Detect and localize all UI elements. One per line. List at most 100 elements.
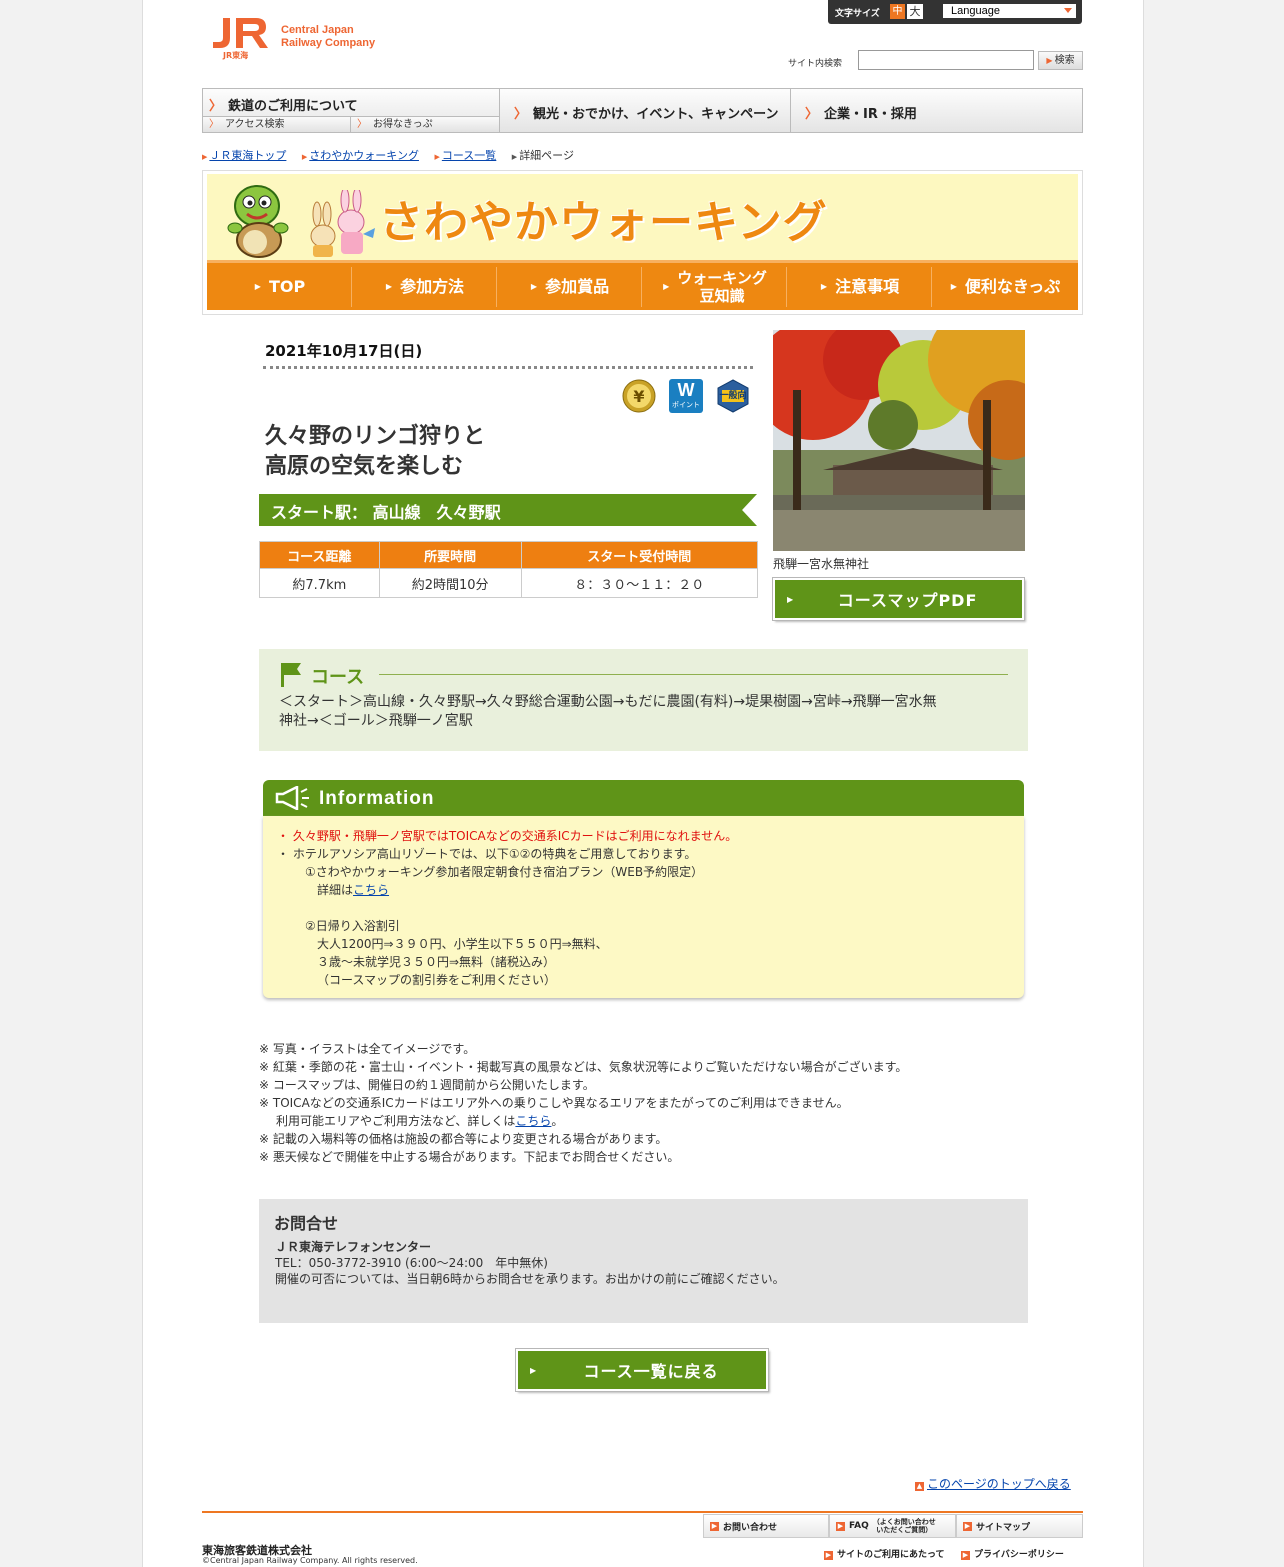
course-heading: コース [311, 667, 365, 688]
banner-nav-label: 便利なきっぷ [964, 277, 1061, 296]
triangle-icon: ▶ [254, 282, 261, 291]
search-button[interactable]: ▶ 検索 [1038, 51, 1083, 70]
back-to-course-list-button[interactable]: ▶ コース一覧に戻る [515, 1348, 769, 1392]
contact-tel: TEL：050-3772-3910 (6:00～24:00 年中無休) [275, 1256, 548, 1270]
back-button-label: コース一覧に戻る [583, 1362, 719, 1381]
pdf-button-label: コースマップPDF [837, 591, 978, 610]
copyright: ©Central Japan Railway Company. All righ… [202, 1556, 418, 1565]
breadcrumb-item[interactable]: ＪＲ東海トップ [209, 149, 286, 162]
course-divider [379, 674, 1008, 675]
banner-nav-label: 参加賞品 [545, 277, 610, 296]
nav-railway-label: 鉄道のご利用について [228, 99, 358, 114]
logo-sub: JR東海 [223, 51, 249, 60]
footer-privacy-link[interactable]: ▶ プライバシーポリシー [961, 1547, 1064, 1560]
table-header: スタート受付時間 [520, 541, 759, 569]
search-input[interactable] [858, 50, 1034, 70]
banner-nav-tickets[interactable]: ▶ 便利なきっぷ [934, 267, 1077, 307]
utility-bar: 文字サイズ 中 大 Language [828, 0, 1082, 24]
footer-sitemap-label: サイトマップ [976, 1522, 1031, 1533]
course-box: コース ＜スタート＞高山線・久々野駅→久々野総合運動公園→もだに農園(有料)→堤… [259, 649, 1028, 751]
nav-tourism-label: 観光・おでかけ、イベント、キャンペーン [533, 107, 779, 122]
nav-tourism[interactable]: 〉観光・おでかけ、イベント、キャンペーン [500, 89, 791, 132]
note-item: ※ 紅葉・季節の花・富士山・イベント・掲載写真の風景などは、気象状況等によりご覧… [259, 1060, 908, 1074]
contact-box: お問合せ ＪＲ東海テレフォンセンター TEL：050-3772-3910 (6:… [259, 1199, 1028, 1323]
table-row: 約7.7km 約2時間10分 ８：３０～１１：２０ [259, 568, 759, 598]
breadcrumb-item[interactable]: さわやかウォーキング [309, 149, 419, 162]
info-ic-card-warning: ・ 久々野駅・飛騨一ノ宮駅ではTOICAなどの交通系ICカードはご利用になれませ… [277, 829, 738, 843]
chevron-right-icon: 〉 [805, 107, 819, 122]
info-coupon-note: （コースマップの割引券をご利用ください） [317, 973, 557, 987]
start-station-name: 高山線 久々野駅 [372, 503, 501, 522]
footer-faq[interactable]: ▶ FAQ （よくお問い合わせ いただくご質問） [829, 1514, 956, 1538]
banner-nav-label: 注意事項 [835, 277, 900, 296]
course-spec-table: コース距離 所要時間 スタート受付時間 約7.7km 約2時間10分 ８：３０～… [259, 541, 759, 598]
triangle-icon: ▶ [530, 282, 538, 291]
nav-corporate[interactable]: 〉企業・IR・採用 [791, 89, 1082, 132]
faq-sub-line2: いただくご質問） [876, 1526, 933, 1534]
footer-sitemap[interactable]: ▶ サイトマップ [956, 1514, 1083, 1538]
page-top-link[interactable]: ▲ このページのトップへ戻る [915, 1475, 1071, 1492]
triangle-icon: ▶ [434, 153, 440, 161]
yen-icon: ¥ [622, 379, 656, 413]
turtle-mascot-icon [227, 185, 289, 258]
font-size-label: 文字サイズ [835, 9, 880, 19]
triangle-icon: ▶ [202, 153, 208, 161]
nav-tickets-label: お得なきっぷ [373, 119, 433, 130]
language-select[interactable]: Language [943, 4, 1076, 18]
footer-inquiry[interactable]: ▶ お問い合わせ [703, 1514, 829, 1538]
banner-nav-top[interactable]: ▶ TOP [209, 267, 352, 307]
course-route-line1: ＜スタート＞高山線・久々野駅→久々野総合運動公園→もだに農園(有料)→堤果樹園→… [279, 694, 937, 710]
event-date: 2021年10月17日(日) [265, 342, 423, 360]
course-distance: 約7.7km [259, 568, 380, 598]
faq-sub-line1: （よくお問い合わせ [872, 1518, 936, 1526]
note-link[interactable]: こちら [515, 1114, 551, 1128]
course-route: ＜スタート＞高山線・久々野駅→久々野総合運動公園→もだに農園(有料)→堤果樹園→… [279, 693, 1009, 731]
banner-nav-label: TOP [268, 277, 306, 296]
arrow-icon: ▶ [1046, 56, 1053, 65]
note-item: ※ 記載の入場料等の価格は施設の都合等により変更される場合があります。 [259, 1132, 668, 1146]
nav-access-search[interactable]: 〉アクセス検索 [203, 116, 351, 132]
site-search-label: サイト内検索 [788, 59, 843, 69]
nav-tickets[interactable]: 〉お得なきっぷ [351, 116, 500, 132]
table-header: コース距離 [259, 541, 380, 569]
banner-nav-prizes[interactable]: ▶ 参加賞品 [499, 267, 642, 307]
search-button-label: 検索 [1054, 55, 1075, 66]
note-item: ※ 写真・イラストは全てイメージです。 [259, 1042, 476, 1056]
arrow-icon: ▶ [836, 1521, 845, 1531]
font-size-medium-button[interactable]: 中 [890, 4, 905, 19]
company-logo-text: Central Japan Railway Company [281, 24, 375, 50]
contact-center: ＪＲ東海テレフォンセンター [275, 1240, 432, 1254]
start-reception-time: ８：３０～１１：２０ [520, 568, 759, 598]
banner-nav-how-to-join[interactable]: ▶ 参加方法 [354, 267, 497, 307]
arrow-icon: ▶ [824, 1551, 833, 1560]
start-station: スタート駅： 高山線 久々野駅 [271, 499, 501, 523]
banner-nav-notes[interactable]: ▶ 注意事項 [789, 267, 932, 307]
course-map-pdf-button[interactable]: ▶ コースマップPDF [772, 577, 1025, 621]
nav-corporate-label: 企業・IR・採用 [824, 107, 917, 122]
shrine-photo [773, 330, 1025, 551]
info-price-adult: 大人1200円⇒３９０円、小学生以下５５０円⇒無料、 [317, 937, 608, 951]
footer-divider [202, 1511, 1083, 1513]
page: JR東海 Central Japan Railway Company 文字サイズ… [142, 0, 1144, 1567]
general-badge-label: 一般向 [719, 391, 747, 401]
info-details-link[interactable]: こちら [353, 883, 389, 897]
footer-terms-link[interactable]: ▶ サイトのご利用にあたって [824, 1547, 945, 1560]
breadcrumb-item[interactable]: コース一覧 [442, 149, 496, 162]
info-price-child: ３歳～未就学児３５０円⇒無料（諸税込み） [317, 955, 556, 969]
breadcrumb-current: 詳細ページ [519, 149, 574, 162]
nav-access-label: アクセス検索 [225, 119, 285, 130]
banner-nav-tips[interactable]: ▶ ウォーキング 豆知識 [644, 267, 787, 307]
info-details: 詳細はこちら [317, 881, 389, 898]
note-item: 利用可能エリアやご利用方法など、詳しくはこちら。 [259, 1112, 907, 1130]
triangle-icon: ▶ [511, 153, 518, 161]
information-heading: Information [319, 788, 435, 809]
footer-terms-label: サイトのご利用にあたって [837, 1550, 945, 1560]
dropdown-arrow-icon [1064, 8, 1072, 13]
font-size-large-button[interactable]: 大 [907, 4, 923, 19]
jr-logo[interactable] [209, 16, 271, 50]
start-label: スタート駅： [271, 503, 368, 522]
flag-icon [281, 663, 301, 687]
w-point-label: ポイント [672, 401, 700, 409]
shrine-photo-image [773, 330, 1025, 551]
banner-nav-label: ウォーキング [677, 269, 767, 287]
